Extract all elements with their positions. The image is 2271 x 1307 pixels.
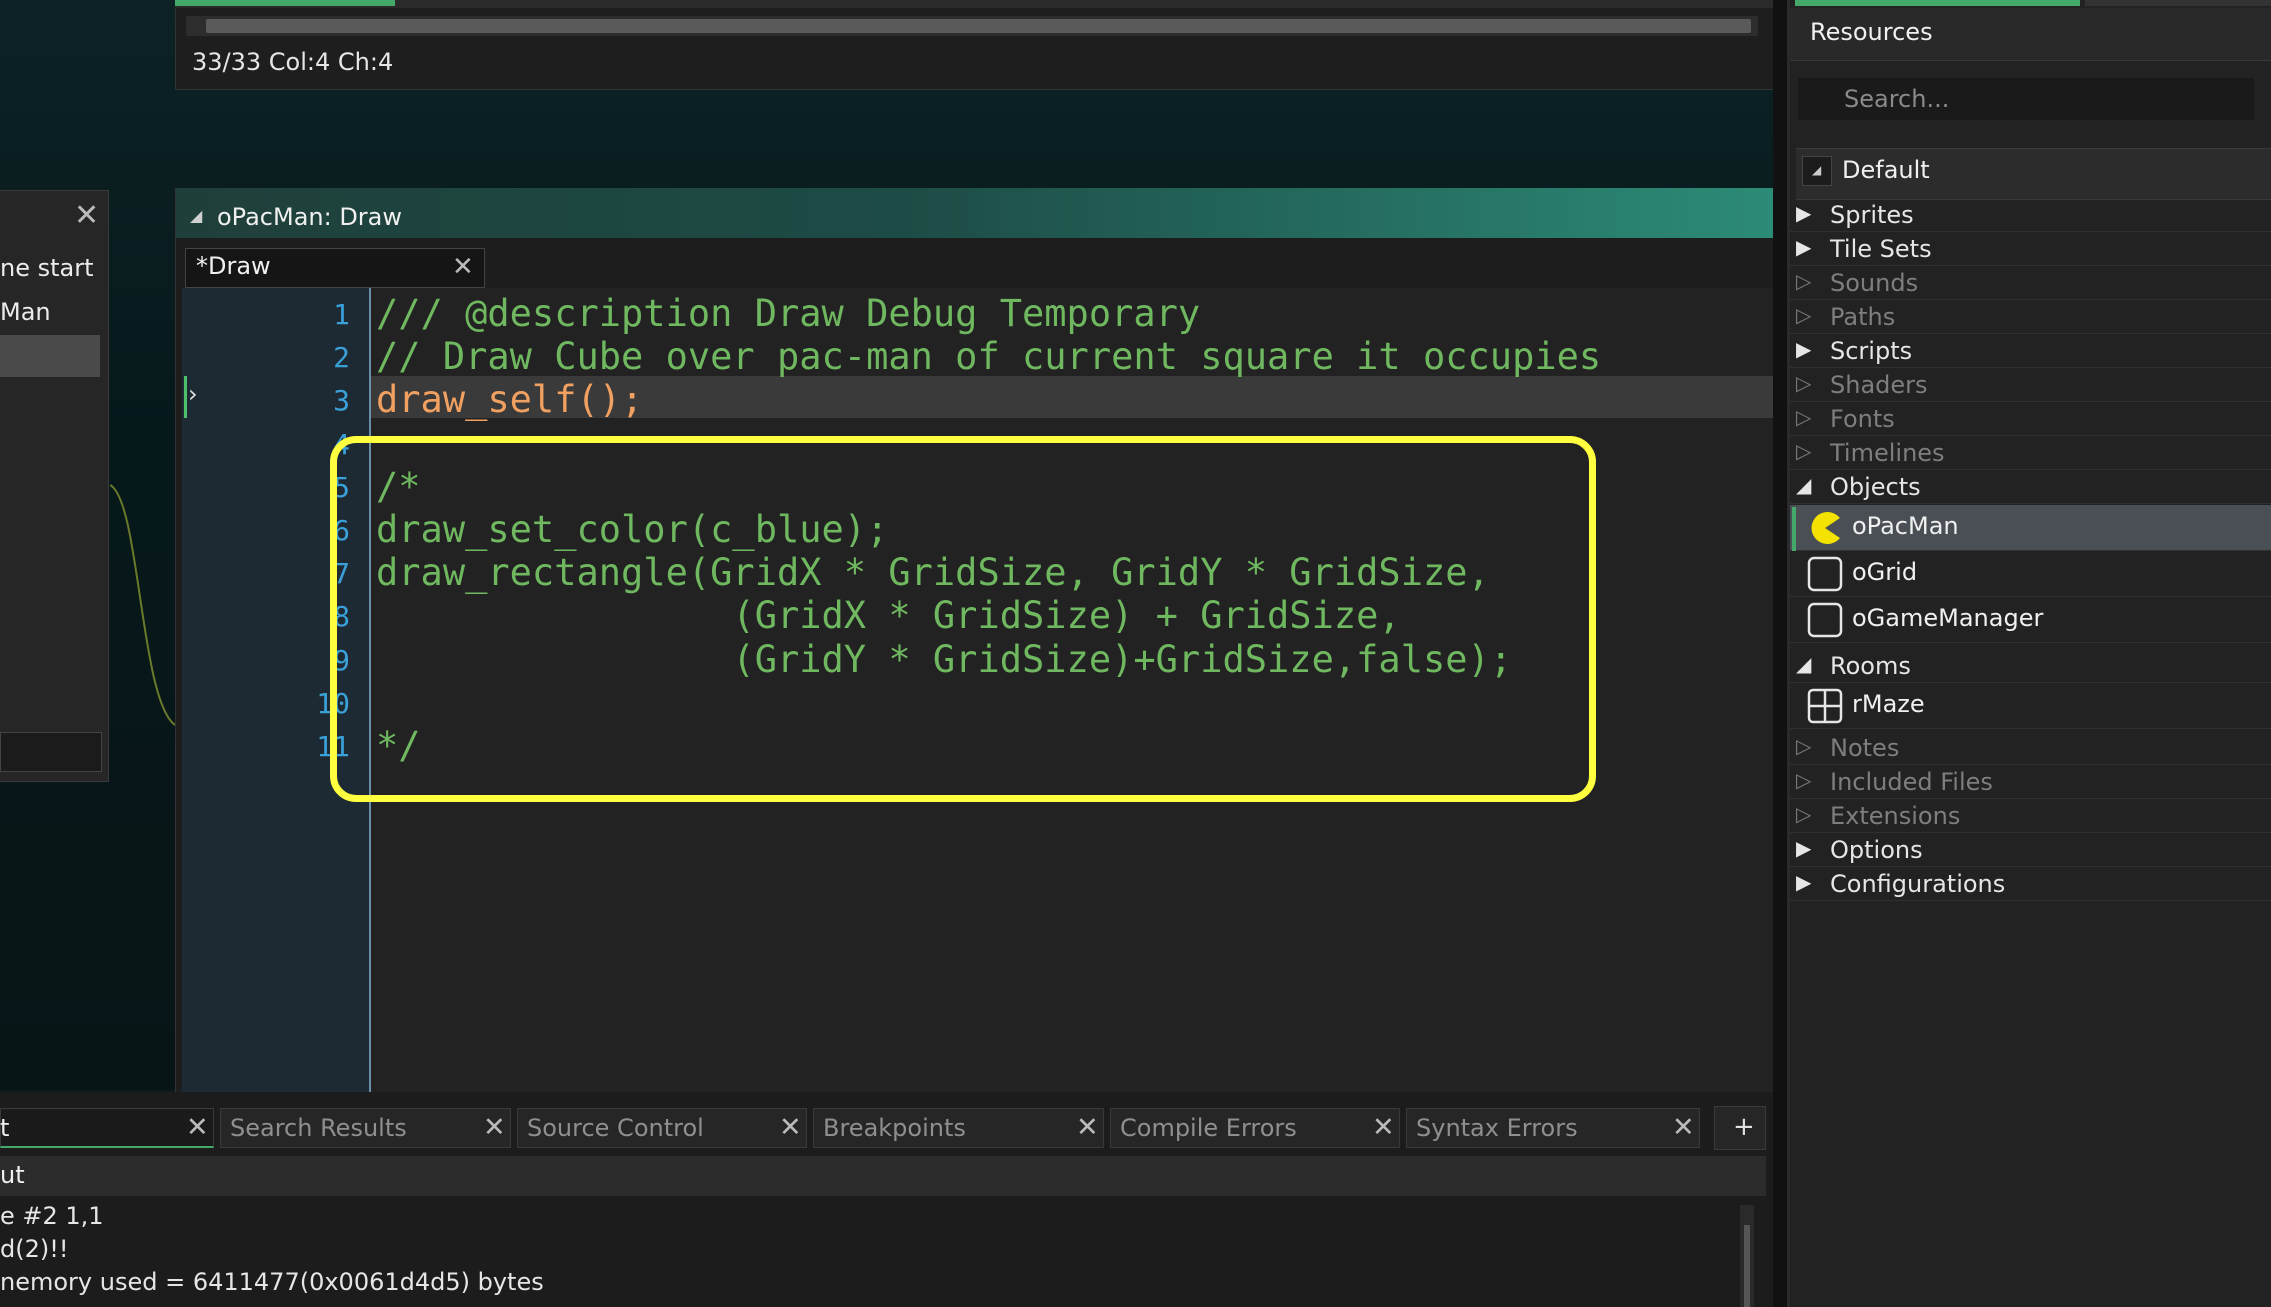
tree-item-label: Sprites xyxy=(1830,201,1914,229)
close-icon[interactable]: ✕ xyxy=(452,252,474,282)
expand-arrow-icon[interactable]: ▶ xyxy=(1796,235,1811,259)
editor-titlebar[interactable] xyxy=(176,188,1773,238)
tree-item-label: Tile Sets xyxy=(1830,235,1932,263)
output-header-label: ut xyxy=(0,1161,25,1189)
group-icon-glyph: ◢ xyxy=(1812,163,1822,177)
resources-active-tab[interactable] xyxy=(1795,0,2080,6)
resources-inactive-tab[interactable] xyxy=(2085,0,2271,6)
line-number: 1 xyxy=(333,298,350,331)
vertical-scrollbar-thumb[interactable] xyxy=(1744,1225,1750,1307)
plus-icon: + xyxy=(1733,1112,1755,1142)
tree-item-label: Paths xyxy=(1830,303,1896,331)
connection-curve xyxy=(110,484,176,726)
output-tab-label: Compile Errors xyxy=(1120,1114,1297,1142)
chevron-right-icon[interactable]: › xyxy=(188,380,198,408)
tree-item-label: Configurations xyxy=(1830,870,2006,898)
collapse-arrow-icon[interactable]: ◢ xyxy=(1796,473,1811,497)
event-list-item-selected[interactable] xyxy=(0,335,100,377)
line-number: 2 xyxy=(333,341,350,375)
expand-arrow-icon[interactable]: ▶ xyxy=(1796,337,1811,361)
tree-item-label: Rooms xyxy=(1830,652,1911,680)
close-icon[interactable]: ✕ xyxy=(1076,1112,1099,1143)
change-marker xyxy=(184,376,187,418)
tree-item-label: oGrid xyxy=(1852,558,1918,586)
expand-arrow-icon[interactable]: ▷ xyxy=(1796,303,1811,327)
horizontal-scrollbar-thumb[interactable] xyxy=(206,19,1751,33)
tree-item-label: Fonts xyxy=(1830,405,1895,433)
close-icon[interactable]: ✕ xyxy=(779,1112,802,1143)
tree-item-label: Extensions xyxy=(1830,802,1961,830)
expand-arrow-icon[interactable]: ▷ xyxy=(1796,371,1811,395)
resource-search-input[interactable] xyxy=(1798,78,2254,120)
tree-item-label: Shaders xyxy=(1830,371,1928,399)
resources-title: Resources xyxy=(1810,18,1933,46)
close-icon[interactable]: ✕ xyxy=(186,1112,209,1143)
tree-item-label: Included Files xyxy=(1830,768,1993,796)
output-tab-label: Search Results xyxy=(230,1114,407,1142)
tree-item-label: oGameManager xyxy=(1852,604,2044,632)
annotation-highlight-box xyxy=(330,436,1596,802)
tree-item-label: Sounds xyxy=(1830,269,1919,297)
tree-item-label: Timelines xyxy=(1830,439,1945,467)
resources-top-tabs xyxy=(1795,0,2271,8)
output-tab-label: t xyxy=(0,1114,10,1142)
code-line[interactable]: /// @description Draw Debug Temporary xyxy=(376,292,1200,335)
event-input-field[interactable] xyxy=(0,732,102,772)
event-list-item[interactable]: Man xyxy=(0,298,51,326)
tree-item-label: Scripts xyxy=(1830,337,1913,365)
close-icon[interactable]: ✕ xyxy=(1372,1112,1395,1143)
editor-title: oPacMan: Draw xyxy=(217,203,403,231)
resource-group-label: Default xyxy=(1842,156,1930,184)
collapse-icon[interactable]: ◢ xyxy=(190,206,202,225)
object-icon xyxy=(1807,556,1843,592)
tree-item-label: Objects xyxy=(1830,473,1921,501)
close-icon[interactable]: ✕ xyxy=(74,198,99,233)
output-tab-label: Syntax Errors xyxy=(1416,1114,1578,1142)
close-icon[interactable]: ✕ xyxy=(483,1112,506,1143)
cursor-status: 33/33 Col:4 Ch:4 xyxy=(192,48,394,76)
tree-item-label: rMaze xyxy=(1852,690,1925,718)
output-tab-label: Breakpoints xyxy=(823,1114,966,1142)
top-window-tab-strip xyxy=(175,0,1773,8)
line-number: 3 xyxy=(333,384,350,418)
output-line: nemory used = 6411477(0x0061d4d5) bytes xyxy=(0,1268,544,1296)
expand-arrow-icon[interactable]: ▶ xyxy=(1796,870,1811,894)
expand-arrow-icon[interactable]: ▷ xyxy=(1796,269,1811,293)
room-icon xyxy=(1807,688,1843,724)
top-code-window xyxy=(175,0,1775,90)
object-icon xyxy=(1807,602,1843,638)
expand-arrow-icon[interactable]: ▷ xyxy=(1796,802,1811,826)
tab-draw-label: *Draw xyxy=(196,252,271,280)
close-icon[interactable]: ✕ xyxy=(1672,1112,1695,1143)
expand-arrow-icon[interactable]: ▷ xyxy=(1796,405,1811,429)
expand-arrow-icon[interactable]: ▶ xyxy=(1796,201,1811,225)
pacman-sprite-icon xyxy=(1811,512,1840,544)
tree-item-label: Options xyxy=(1830,836,1923,864)
tree-item-label: oPacMan xyxy=(1852,512,1959,540)
collapse-arrow-icon[interactable]: ◢ xyxy=(1796,652,1811,676)
output-tab[interactable] xyxy=(0,1108,214,1148)
selection-marker xyxy=(1792,507,1796,551)
output-tab-label: Source Control xyxy=(527,1114,704,1142)
expand-arrow-icon[interactable]: ▷ xyxy=(1796,734,1811,758)
event-list-item[interactable]: ne start xyxy=(0,254,94,282)
expand-arrow-icon[interactable]: ▶ xyxy=(1796,836,1811,860)
output-header xyxy=(0,1156,1766,1196)
output-line: d(2)!! xyxy=(0,1235,69,1263)
panel-splitter[interactable] xyxy=(1773,0,1787,1307)
tree-item-label: Notes xyxy=(1830,734,1900,762)
code-line[interactable]: draw_self(); xyxy=(376,378,643,421)
expand-arrow-icon[interactable]: ▷ xyxy=(1796,768,1811,792)
code-line[interactable]: // Draw Cube over pac-man of current squ… xyxy=(376,335,1601,378)
expand-arrow-icon[interactable]: ▷ xyxy=(1796,439,1811,463)
output-line: e #2 1,1 xyxy=(0,1202,104,1230)
top-window-active-tab[interactable] xyxy=(175,0,395,6)
